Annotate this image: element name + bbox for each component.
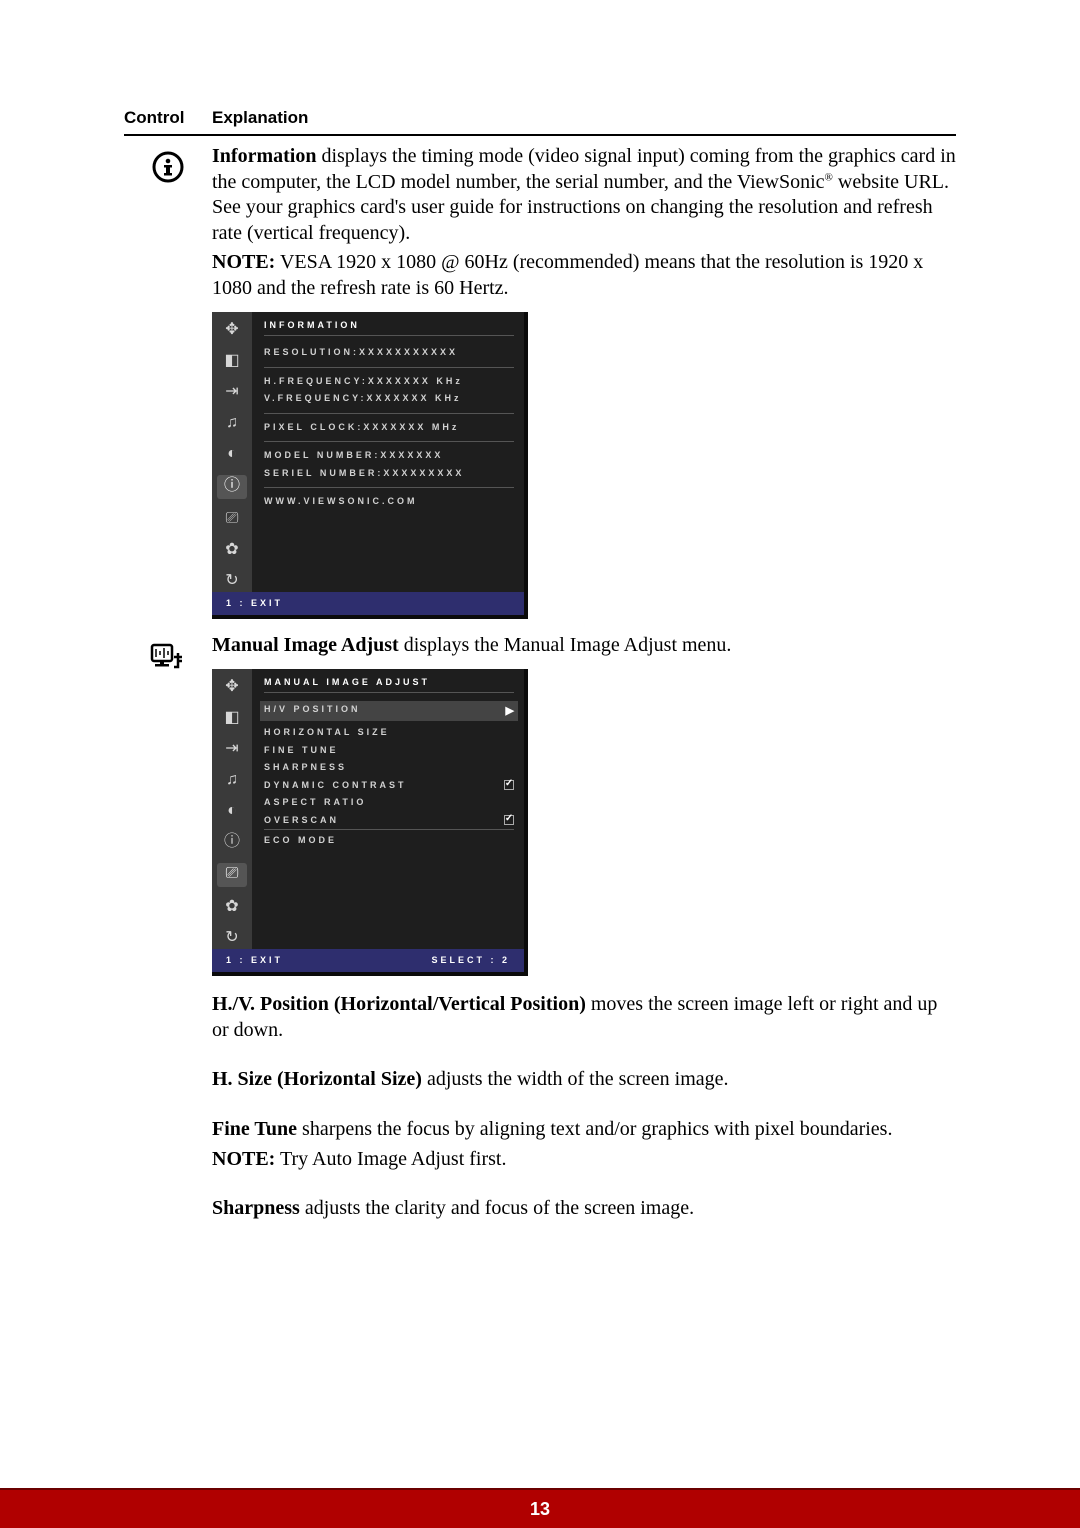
ftune-note: NOTE: Try Auto Image Adjust first. [212,1147,956,1173]
osd-manual-adjust: ✥ ◧ ⇥ ♫ ◐ ⓘ ⎚ ✿ ↻ MANUAL IMAGE ADJUST H/… [212,669,528,977]
osd-title: INFORMATION [264,320,514,337]
color-icon: ◐ [222,444,243,465]
hvpos-paragraph: H./V. Position (Horizontal/Vertical Posi… [212,992,956,1043]
osd-model: MODEL NUMBER:XXXXXXX [264,447,514,465]
contrast-icon: ◧ [222,708,243,729]
manual-adjust-icon: ⎚ [222,509,243,530]
osd-item-hsize[interactable]: HORIZONTAL SIZE [264,724,514,742]
recall-icon: ↻ [222,928,243,949]
osd-hfreq: H.FREQUENCY:XXXXXXX KHz [264,373,514,391]
osd-sidebar: ✥ ◧ ⇥ ♫ ◐ ⓘ ⎚ ✿ ↻ [212,312,252,592]
contrast-icon: ◧ [222,351,243,372]
divider [124,134,956,136]
setup-icon: ✿ [222,540,243,561]
osd-resolution: RESOLUTION:XXXXXXXXXXX [264,344,514,362]
osd-serial: SERIEL NUMBER:XXXXXXXXX [264,465,514,483]
sharpness-paragraph: Sharpness adjusts the clarity and focus … [212,1196,956,1222]
info-note: NOTE: VESA 1920 x 1080 @ 60Hz (recommend… [212,250,956,301]
color-icon: ◐ [222,801,243,822]
info-menu-icon: ⓘ [222,832,243,853]
recall-icon: ↻ [222,571,243,592]
manual-adjust-icon: ⎚ [217,863,247,887]
input-icon: ⇥ [222,739,243,760]
setup-icon: ✿ [222,897,243,918]
osd-footer-exit: 1 : EXIT [226,955,283,967]
arrow-right-icon: ▶ [506,704,514,718]
osd-item-aspect[interactable]: ASPECT RATIO [264,794,514,812]
osd-sidebar: ✥ ◧ ⇥ ♫ ◐ ⓘ ⎚ ✿ ↻ [212,669,252,949]
input-icon: ⇥ [222,382,243,403]
audio-icon: ♫ [222,413,243,434]
osd-item-dyn[interactable]: DYNAMIC CONTRAST✓ [264,777,514,795]
auto-adjust-icon: ✥ [222,677,243,698]
header-control: Control [124,108,212,128]
osd-item-sharp[interactable]: SHARPNESS [264,759,514,777]
checkbox-icon: ✓ [504,780,514,790]
manual-paragraph: Manual Image Adjust displays the Manual … [212,633,956,659]
osd-item-eco[interactable]: ECO MODE [264,829,514,850]
osd-pclock: PIXEL CLOCK:XXXXXXX MHz [264,419,514,437]
osd-item-ftune[interactable]: FINE TUNE [264,742,514,760]
osd-vfreq: V.FREQUENCY:XXXXXXX KHz [264,390,514,408]
osd-item-hv[interactable]: H/V POSITION▶ [260,701,518,721]
auto-adjust-icon: ✥ [222,320,243,341]
osd-item-over[interactable]: OVERSCAN✓ [264,812,514,830]
page-number: 13 [0,1490,1080,1528]
osd-title: MANUAL IMAGE ADJUST [264,677,514,694]
osd-footer-exit: 1 : EXIT [226,598,283,610]
checkbox-icon: ✓ [504,815,514,825]
info-menu-icon: ⓘ [217,475,247,499]
header-explanation: Explanation [212,108,308,128]
osd-information: ✥ ◧ ⇥ ♫ ◐ ⓘ ⎚ ✿ ↻ INFORMATION RESOLUTION… [212,312,528,620]
info-paragraph: Information displays the timing mode (vi… [212,144,956,246]
hsize-paragraph: H. Size (Horizontal Size) adjusts the wi… [212,1067,956,1093]
osd-url: WWW.VIEWSONIC.COM [264,493,514,511]
osd-footer-select: SELECT : 2 [431,955,510,967]
info-icon [151,150,185,184]
manual-adjust-icon [150,639,186,675]
ftune-paragraph: Fine Tune sharpens the focus by aligning… [212,1117,956,1143]
audio-icon: ♫ [222,770,243,791]
